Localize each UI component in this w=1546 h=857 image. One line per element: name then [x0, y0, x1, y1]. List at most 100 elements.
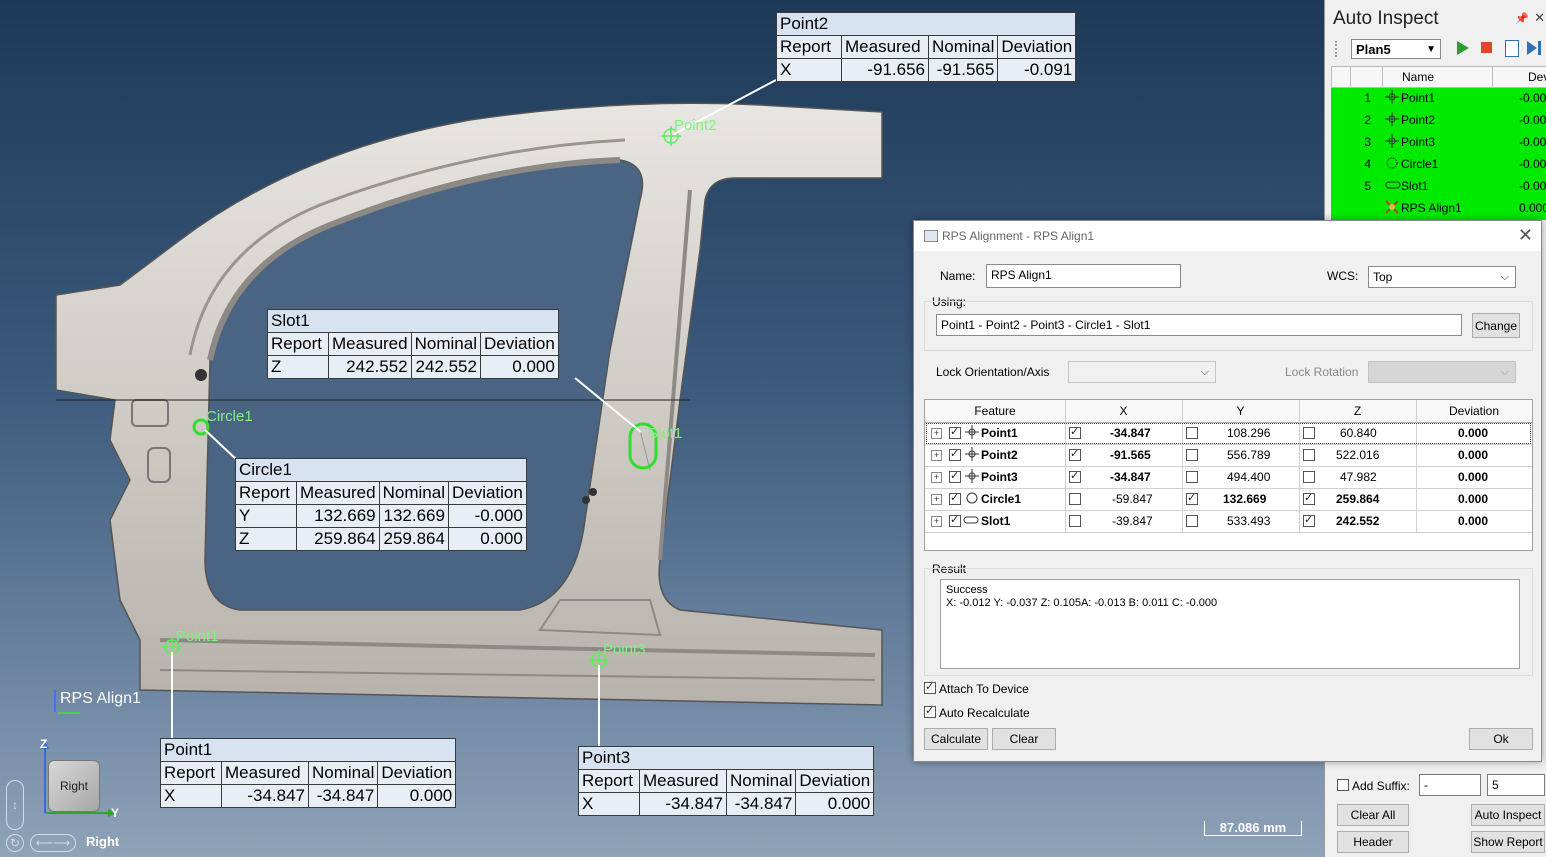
auto-inspect-footer: Add Suffix: - 5 Clear All Auto Inspect H…: [1325, 760, 1546, 857]
expand-icon[interactable]: +: [931, 450, 942, 461]
z-checkbox[interactable]: [1303, 427, 1315, 439]
cell-deviation: -0.091: [997, 58, 1077, 82]
circle1-callout-table[interactable]: Circle1 Report Measured Nominal Deviation Y…: [235, 458, 527, 551]
alignment-viewport-label: RPS Align1: [54, 690, 141, 714]
header-button[interactable]: Header: [1337, 831, 1409, 853]
callout-title: Point1: [159, 738, 457, 762]
y-checkbox[interactable]: [1186, 471, 1198, 483]
play-icon[interactable]: [1457, 41, 1469, 55]
list-item[interactable]: 5 Slot1 -0.000: [1331, 176, 1546, 198]
table-row[interactable]: + Slot1 -39.847 533.493 242.552 0.000: [925, 510, 1532, 533]
row-name: Point3: [1401, 135, 1436, 149]
deviation-value: 0.000: [1458, 426, 1489, 440]
point2-callout-table[interactable]: Point2 Report Measured Nominal Deviation X-…: [775, 12, 1077, 82]
auto-recalculate-checkbox[interactable]: [924, 704, 936, 718]
list-item[interactable]: 1 Point1 -0.000: [1331, 88, 1546, 110]
y-checkbox[interactable]: [1186, 515, 1198, 527]
col-deviation: Deviation: [377, 761, 457, 785]
feature-name: Point2: [981, 448, 1018, 462]
horizontal-pan-icon[interactable]: ⟵⟶: [30, 834, 76, 852]
lock-orientation-select[interactable]: ⌵: [1068, 361, 1216, 383]
feature-name: Point1: [981, 426, 1018, 440]
step-forward-icon[interactable]: [1527, 41, 1537, 55]
z-checkbox[interactable]: [1303, 491, 1315, 505]
z-checkbox[interactable]: [1303, 513, 1315, 527]
feature-enabled-checkbox[interactable]: [949, 491, 961, 505]
circle-icon: [1385, 156, 1399, 170]
table-row[interactable]: + Point1 -34.847 108.296 60.840 0.000: [925, 422, 1532, 445]
x-checkbox[interactable]: [1069, 425, 1081, 439]
row-number: 4: [1364, 157, 1371, 171]
feature-table[interactable]: Feature X Y Z Deviation + Point1 -34.847…: [924, 399, 1533, 551]
pin-icon[interactable]: 📌: [1515, 12, 1529, 25]
cell-nominal: -91.565: [927, 58, 999, 82]
inspect-grid[interactable]: Name Dev 1 Point1 -0.000 2 Point2 -0.000…: [1331, 66, 1546, 220]
add-report-icon[interactable]: [1505, 40, 1519, 57]
auto-inspect-toolbar: Plan5 ▼: [1331, 38, 1546, 62]
list-item[interactable]: 4 Circle1 -0.000: [1331, 154, 1546, 176]
rps-icon: [1385, 200, 1399, 214]
ok-button[interactable]: Ok: [1469, 728, 1533, 750]
expand-icon[interactable]: +: [931, 494, 942, 505]
add-suffix-checkbox[interactable]: [1337, 779, 1349, 791]
y-checkbox[interactable]: [1186, 449, 1198, 461]
expand-icon[interactable]: +: [931, 428, 942, 439]
cell-measured: -91.656: [841, 58, 929, 82]
z-value: 47.982: [1340, 470, 1377, 484]
change-button[interactable]: Change: [1472, 313, 1520, 338]
feature-enabled-checkbox[interactable]: [949, 469, 961, 483]
dialog-titlebar[interactable]: RPS Alignment - RPS Align1 ✕: [914, 221, 1541, 251]
list-item[interactable]: 2 Point2 -0.000: [1331, 110, 1546, 132]
expand-icon[interactable]: +: [931, 516, 942, 527]
chevron-down-icon: ⌵: [1500, 366, 1509, 378]
y-checkbox[interactable]: [1186, 427, 1198, 439]
stop-icon[interactable]: [1481, 42, 1492, 53]
feature-enabled-checkbox[interactable]: [949, 513, 961, 527]
list-item[interactable]: 3 Point3 -0.000: [1331, 132, 1546, 154]
table-row[interactable]: + Circle1 -59.847 132.669 259.864 0.000: [925, 488, 1532, 511]
y-checkbox[interactable]: [1186, 491, 1198, 505]
slot-icon: [1385, 178, 1401, 192]
z-checkbox[interactable]: [1303, 449, 1315, 461]
suffix-input[interactable]: -: [1419, 774, 1481, 796]
y-value: 108.296: [1227, 426, 1271, 440]
show-report-button[interactable]: Show Report: [1471, 831, 1545, 853]
attach-to-device-label: Attach To Device: [939, 682, 1029, 696]
table-row[interactable]: + Point3 -34.847 494.400 47.982 0.000: [925, 466, 1532, 489]
x-checkbox[interactable]: [1069, 515, 1081, 527]
col-deviation: Deviation: [997, 35, 1077, 59]
point3-callout-table[interactable]: Point3 Report Measured Nominal Deviation X-…: [577, 746, 875, 816]
clear-button[interactable]: Clear: [992, 728, 1056, 750]
z-checkbox[interactable]: [1303, 471, 1315, 483]
x-checkbox[interactable]: [1069, 469, 1081, 483]
rotate-icon[interactable]: ↻: [6, 834, 24, 852]
list-item[interactable]: RPS Align1 0.000: [1331, 198, 1546, 220]
col-deviation: Deviation: [479, 332, 559, 356]
x-checkbox[interactable]: [1069, 493, 1081, 505]
attach-to-device-checkbox[interactable]: [924, 680, 936, 694]
auto-inspect-button[interactable]: Auto Inspect: [1471, 804, 1545, 826]
x-checkbox[interactable]: [1069, 447, 1081, 461]
close-icon[interactable]: ✕: [1534, 10, 1545, 26]
table-row[interactable]: + Point2 -91.565 556.789 522.016 0.000: [925, 444, 1532, 467]
feature-enabled-checkbox[interactable]: [949, 447, 961, 461]
slot1-callout-table[interactable]: Slot1 Report Measured Nominal Deviation Z 24…: [267, 309, 559, 379]
col-report: Report: [235, 481, 297, 505]
expand-icon[interactable]: +: [931, 472, 942, 483]
y-value: 494.400: [1227, 470, 1271, 484]
lock-rotation-select: ⌵: [1368, 361, 1516, 383]
clear-all-button[interactable]: Clear All: [1337, 804, 1409, 826]
result-box: Success X: -0.012 Y: -0.037 Z: 0.105A: -…: [940, 579, 1520, 669]
suffix-number-input[interactable]: 5: [1487, 774, 1545, 796]
point1-callout-table[interactable]: Point1 Report Measured Nominal Deviation X-…: [159, 738, 457, 808]
vertical-pan-icon[interactable]: ↕: [6, 780, 24, 830]
plan-select[interactable]: Plan5 ▼: [1351, 39, 1441, 59]
col-measured: Measured: [328, 332, 412, 356]
close-icon[interactable]: ✕: [1518, 225, 1533, 246]
wcs-select[interactable]: Top ⌵: [1368, 266, 1516, 288]
circle1-viewport-label: Circle1: [206, 408, 253, 425]
view-cube[interactable]: Right: [48, 760, 100, 812]
feature-enabled-checkbox[interactable]: [949, 425, 961, 439]
name-input[interactable]: RPS Align1: [986, 264, 1181, 288]
calculate-button[interactable]: Calculate: [924, 728, 988, 750]
